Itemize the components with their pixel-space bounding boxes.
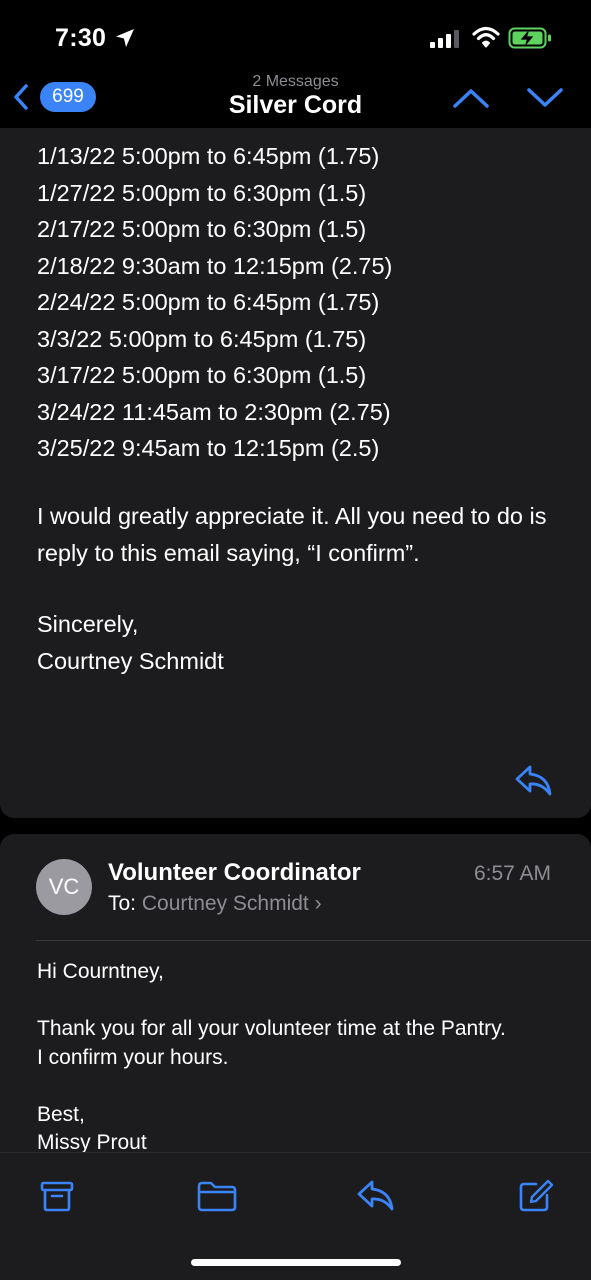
message-card-2: VC Volunteer Coordinator 6:57 AM To: Cou… — [0, 834, 591, 1164]
signature-text: Courtney Schmidt — [37, 647, 224, 674]
hours-line: 2/17/22 5:00pm to 6:30pm (1.5) — [37, 216, 367, 242]
signal-icon — [430, 30, 459, 48]
battery-charging-icon — [508, 27, 551, 49]
divider — [36, 940, 591, 941]
archive-icon[interactable] — [40, 1179, 74, 1213]
message-card-1: 1/13/22 5:00pm to 6:45pm (1.75) 1/27/22 … — [0, 128, 591, 818]
closing-text: Sincerely, — [37, 611, 139, 637]
body-line: I confirm your hours. — [37, 1045, 229, 1069]
message-body: Hi Courntney, Thank you for all your vol… — [37, 958, 506, 1158]
to-label: To: — [108, 892, 137, 915]
status-time: 7:30 — [55, 24, 107, 52]
thread-title: Silver Cord — [228, 91, 363, 119]
body-line: Thank you for all your volunteer time at… — [37, 1017, 506, 1040]
wifi-icon — [472, 26, 500, 48]
sender-name[interactable]: Volunteer Coordinator — [108, 859, 361, 887]
message-time: 6:57 AM — [473, 862, 551, 885]
hours-line: 2/18/22 9:30am to 12:15pm (2.75) — [37, 252, 393, 279]
thread-message-count: 2 Messages — [252, 73, 339, 90]
request-paragraph: I would greatly appreciate it. All you n… — [37, 503, 547, 566]
hours-line: 2/24/22 5:00pm to 6:45pm (1.75) — [37, 289, 380, 315]
closing-text: Best, — [37, 1102, 85, 1126]
reply-icon[interactable] — [514, 764, 554, 798]
chevron-down-icon[interactable] — [526, 86, 564, 110]
chevron-right-icon: › — [314, 892, 322, 915]
hours-line: 3/3/22 5:00pm to 6:45pm (1.75) — [37, 325, 367, 352]
hours-line: 3/25/22 9:45am to 12:15pm (2.5) — [37, 435, 380, 461]
nav-bar: 699 2 Messages Silver Cord — [0, 70, 591, 128]
folder-icon[interactable] — [197, 1179, 237, 1213]
status-bar: 7:30 — [0, 0, 591, 70]
recipient-line[interactable]: To: Courtney Schmidt › — [108, 892, 322, 916]
hours-line: 3/17/22 5:00pm to 6:30pm (1.5) — [37, 362, 367, 388]
hours-line: 3/24/22 11:45am to 2:30pm (2.75) — [37, 398, 391, 425]
greeting-text: Hi Courntney, — [37, 960, 164, 983]
reply-icon[interactable] — [356, 1179, 396, 1213]
hours-line: 1/13/22 5:00pm to 6:45pm (1.75) — [37, 143, 380, 169]
chevron-up-icon[interactable] — [452, 86, 490, 110]
compose-icon[interactable] — [518, 1179, 554, 1213]
recipient-name: Courtney Schmidt — [141, 892, 309, 915]
home-indicator[interactable] — [191, 1259, 401, 1266]
avatar: VC — [36, 859, 92, 915]
hours-list: 1/13/22 5:00pm to 6:45pm (1.75) 1/27/22 … — [37, 138, 392, 467]
hours-line: 1/27/22 5:00pm to 6:30pm (1.5) — [37, 179, 367, 206]
signoff-block: Sincerely, Courtney Schmidt — [37, 606, 224, 679]
location-arrow-icon — [116, 29, 134, 47]
